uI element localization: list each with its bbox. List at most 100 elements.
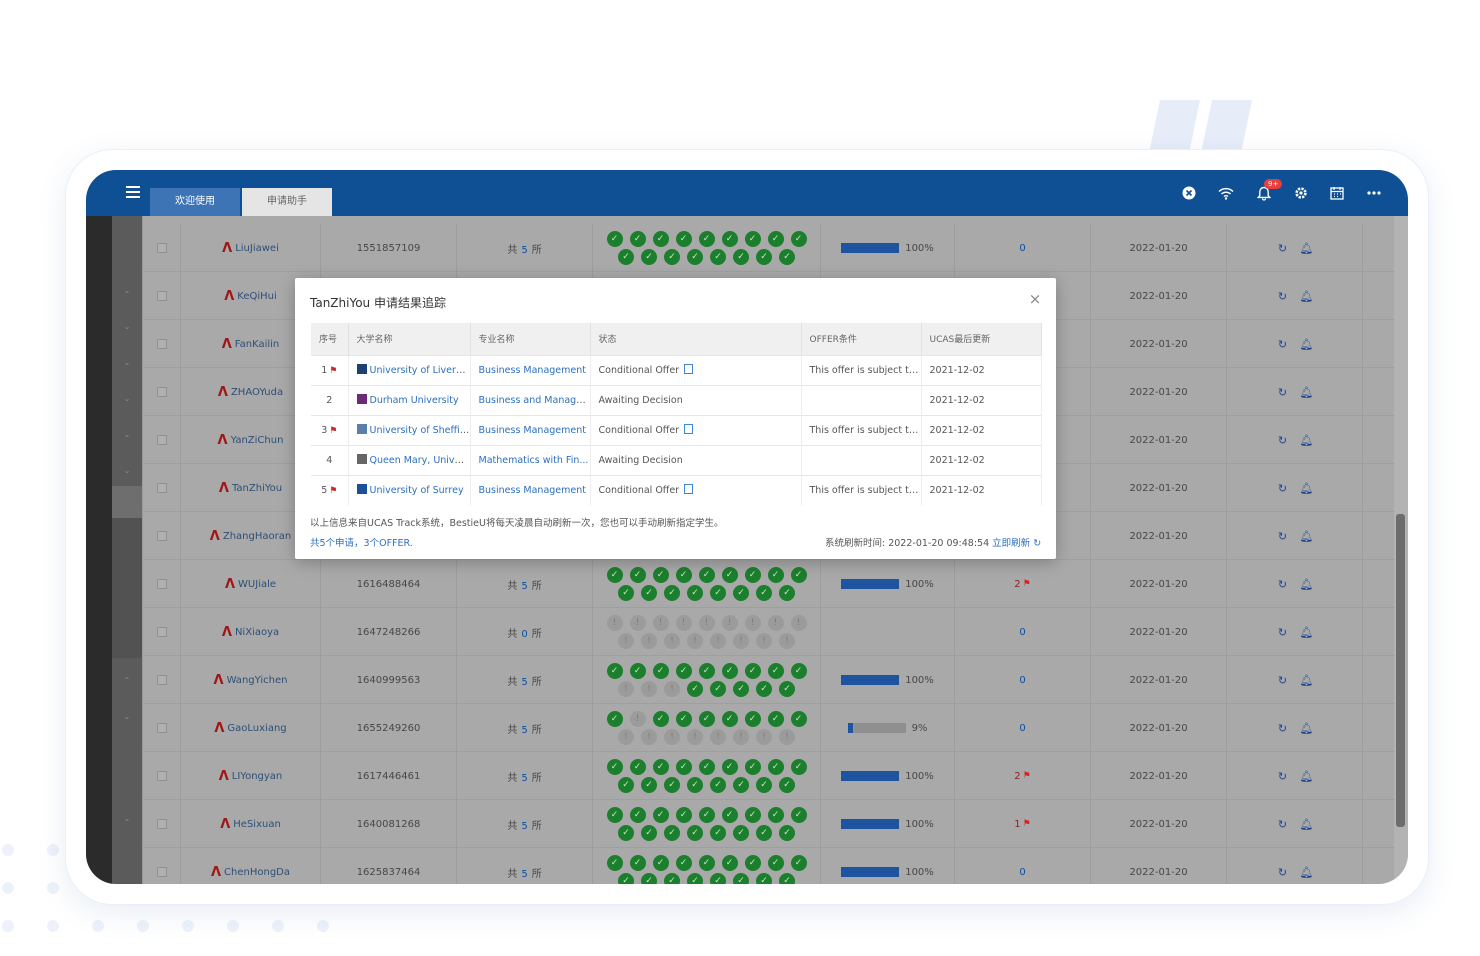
refresh-icon[interactable]: ↻ bbox=[1276, 385, 1290, 399]
wifi-icon[interactable] bbox=[1217, 184, 1235, 202]
side-nav-chevron-icon[interactable]: ⌄ bbox=[112, 394, 142, 403]
university-link[interactable]: University of Liverpool bbox=[370, 365, 470, 376]
refresh-icon[interactable]: ↻ bbox=[1276, 433, 1290, 447]
student-name[interactable]: GaoLuxiang bbox=[227, 723, 286, 734]
refresh-icon[interactable]: ↻ bbox=[1276, 721, 1290, 735]
table-row[interactable]: 4 Queen Mary, Universit Mathematics with… bbox=[311, 444, 1042, 475]
bell-icon[interactable]: 🔔︎ bbox=[1300, 865, 1314, 879]
table-row[interactable]: Λ ChenHongDa 1625837464 共 5 所 ✓ ✓ ✓ ✓ ✓ ✓ ✓ ✓ ✓ ✓ ✓ ✓ ✓ ✓ ✓ ✓… bbox=[143, 848, 1407, 884]
bell-icon[interactable]: 🔔︎ bbox=[1300, 577, 1314, 591]
document-icon[interactable] bbox=[684, 424, 694, 434]
row-checkbox[interactable] bbox=[156, 531, 167, 541]
refresh-icon[interactable]: ↻ bbox=[1276, 577, 1290, 591]
student-name[interactable]: ZHAOYuda bbox=[231, 387, 283, 398]
scrollbar-thumb[interactable] bbox=[1396, 514, 1405, 827]
row-checkbox[interactable] bbox=[156, 339, 167, 349]
row-checkbox[interactable] bbox=[156, 435, 167, 445]
refresh-icon[interactable]: ↻ bbox=[1276, 289, 1290, 303]
close-circle-icon[interactable] bbox=[1180, 184, 1198, 202]
refresh-now-link[interactable]: 立即刷新 ↻ bbox=[992, 538, 1041, 549]
student-name[interactable]: ZhangHaoran bbox=[223, 531, 291, 542]
offer-flag-count[interactable]: 2 bbox=[1014, 579, 1020, 590]
refresh-icon[interactable]: ↻ bbox=[1276, 529, 1290, 543]
refresh-icon[interactable]: ↻ bbox=[1276, 865, 1290, 879]
course-link[interactable]: Business and Manage... bbox=[479, 395, 590, 406]
table-row[interactable]: Λ WUJiale 1616488464 共 5 所 ✓ ✓ ✓ ✓ ✓ ✓ ✓ ✓ ✓ ✓ ✓ ✓ ✓ ✓ ✓ ✓ ✓ 10… bbox=[143, 560, 1407, 608]
student-name[interactable]: KeQiHui bbox=[237, 291, 277, 302]
refresh-icon[interactable]: ↻ bbox=[1276, 673, 1290, 687]
side-nav-chevron-icon[interactable]: ⌄ bbox=[112, 322, 142, 331]
row-checkbox[interactable] bbox=[156, 483, 167, 493]
table-row[interactable]: 1 ⚑ University of Liverpool Business Mana… bbox=[311, 354, 1042, 385]
tab-application-assistant[interactable]: 申请助手 bbox=[242, 188, 332, 216]
menu-icon[interactable] bbox=[126, 186, 140, 198]
refresh-icon[interactable]: ↻ bbox=[1276, 481, 1290, 495]
document-icon[interactable] bbox=[684, 484, 694, 495]
offer-flag-count[interactable]: 0 bbox=[1019, 243, 1025, 254]
course-link[interactable]: Business Management bbox=[479, 485, 587, 496]
table-row[interactable]: Λ NiXiaoya 1647248266 共 0 所!!!!!!!!!!!!!!!!! 0… bbox=[143, 608, 1407, 656]
more-options-icon[interactable] bbox=[1365, 184, 1383, 202]
side-nav-chevron-icon[interactable]: ⌃ bbox=[112, 676, 142, 685]
document-icon[interactable] bbox=[684, 364, 694, 374]
offer-flag-count[interactable]: 0 bbox=[1019, 867, 1025, 878]
row-checkbox[interactable] bbox=[156, 675, 167, 685]
side-nav-chevron-icon[interactable]: ⌄ bbox=[112, 814, 142, 823]
bell-icon[interactable]: 🔔︎ bbox=[1300, 289, 1314, 303]
close-icon[interactable]: × bbox=[1028, 292, 1042, 307]
table-row[interactable]: Λ HeSixuan 1640081268 共 5 所 ✓ ✓ ✓ ✓ ✓ ✓ ✓ ✓ ✓ ✓ ✓ ✓ ✓ ✓ ✓ ✓ ✓ 1… bbox=[143, 800, 1407, 848]
student-name[interactable]: ChenHongDa bbox=[224, 867, 290, 878]
row-checkbox[interactable] bbox=[156, 867, 167, 877]
side-nav-chevron-icon[interactable]: ⌄ bbox=[112, 286, 142, 295]
row-checkbox[interactable] bbox=[156, 579, 167, 589]
offer-flag-count[interactable]: 0 bbox=[1019, 723, 1025, 734]
row-checkbox[interactable] bbox=[156, 387, 167, 397]
student-name[interactable]: NiXiaoya bbox=[235, 627, 279, 638]
university-link[interactable]: University of Surrey bbox=[370, 485, 464, 496]
bell-icon[interactable]: 🔔︎ bbox=[1300, 769, 1314, 783]
refresh-icon[interactable]: ↻ bbox=[1276, 817, 1290, 831]
bell-icon[interactable]: 🔔︎ bbox=[1300, 337, 1314, 351]
bell-icon[interactable]: 🔔︎ bbox=[1300, 241, 1314, 255]
table-row[interactable]: 5 ⚑ University of Surrey Business Managem… bbox=[311, 474, 1042, 505]
student-name[interactable]: TanZhiYou bbox=[232, 483, 282, 494]
offer-flag-count[interactable]: 2 bbox=[1014, 771, 1020, 782]
calendar-icon[interactable] bbox=[1328, 184, 1346, 202]
university-link[interactable]: University of Sheffield bbox=[370, 425, 470, 436]
summary-link[interactable]: 共5个申请，3个OFFER. bbox=[310, 535, 413, 549]
side-nav-chevron-icon[interactable]: ⌄ bbox=[112, 712, 142, 721]
offer-flag-count[interactable]: 0 bbox=[1019, 675, 1025, 686]
bell-icon[interactable]: 🔔︎ bbox=[1300, 817, 1314, 831]
gear-icon[interactable] bbox=[1292, 184, 1310, 202]
row-checkbox[interactable] bbox=[156, 291, 167, 301]
table-row[interactable]: Λ LiuJiawei 1551857109 共 5 所 ✓ ✓ ✓ ✓ ✓ ✓ ✓ ✓ ✓ ✓ ✓ ✓ ✓ ✓ ✓ ✓ ✓… bbox=[143, 224, 1407, 272]
bell-icon[interactable]: 🔔︎ bbox=[1300, 529, 1314, 543]
university-link[interactable]: Queen Mary, Universit bbox=[370, 455, 470, 466]
table-row[interactable]: Λ LIYongyan 1617446461 共 5 所 ✓ ✓ ✓ ✓ ✓ ✓ ✓ ✓ ✓ ✓ ✓ ✓ ✓ ✓ ✓ ✓ ✓… bbox=[143, 752, 1407, 800]
offer-flag-count[interactable]: 0 bbox=[1019, 627, 1025, 638]
side-nav-chevron-icon[interactable]: ⌄ bbox=[112, 430, 142, 439]
student-name[interactable]: WUJiale bbox=[238, 579, 276, 590]
refresh-icon[interactable]: ↻ bbox=[1276, 337, 1290, 351]
student-name[interactable]: FanKailin bbox=[235, 339, 279, 350]
student-name[interactable]: WangYichen bbox=[227, 675, 288, 686]
bell-icon[interactable]: 🔔︎ bbox=[1300, 481, 1314, 495]
row-checkbox[interactable] bbox=[156, 771, 167, 781]
side-nav-chevron-icon[interactable]: ⌄ bbox=[112, 358, 142, 367]
row-checkbox[interactable] bbox=[156, 723, 167, 733]
table-row[interactable]: Λ WangYichen 1640999563 共 5 所 ✓ ✓ ✓ ✓ ✓ ✓ ✓ ✓ ✓!!! ✓ ✓ ✓ ✓… bbox=[143, 656, 1407, 704]
offer-flag-count[interactable]: 1 bbox=[1014, 819, 1020, 830]
refresh-icon[interactable]: ↻ bbox=[1276, 625, 1290, 639]
student-name[interactable]: LiuJiawei bbox=[235, 243, 279, 254]
table-row[interactable]: Λ GaoLuxiang 1655249260 共 5 所 ✓! ✓ ✓ ✓ ✓ ✓ ✓ ✓!!!!!!!… bbox=[143, 704, 1407, 752]
side-nav-chevron-icon[interactable]: ⌄ bbox=[112, 466, 142, 475]
refresh-icon[interactable]: ↻ bbox=[1276, 769, 1290, 783]
course-link[interactable]: Business Management bbox=[479, 365, 587, 376]
course-link[interactable]: Mathematics with Fin... bbox=[479, 455, 589, 466]
bell-icon[interactable]: 🔔︎ bbox=[1300, 385, 1314, 399]
row-checkbox[interactable] bbox=[156, 243, 167, 253]
university-link[interactable]: Durham University bbox=[370, 395, 459, 406]
bell-icon[interactable]: 🔔︎ bbox=[1300, 625, 1314, 639]
table-row[interactable]: 3 ⚑ University of Sheffield Business Mana… bbox=[311, 414, 1042, 445]
tab-welcome[interactable]: 欢迎使用 bbox=[150, 188, 240, 216]
